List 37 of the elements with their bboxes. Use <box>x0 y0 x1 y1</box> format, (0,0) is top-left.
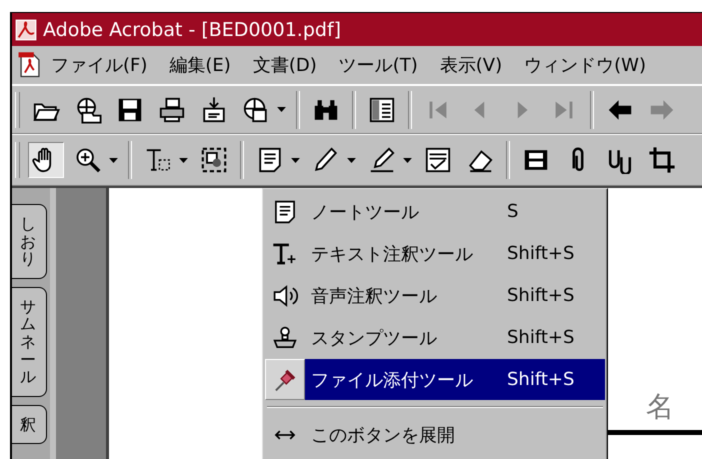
side-tab[interactable]: 釈 <box>12 404 47 444</box>
graphics-select-icon <box>200 146 228 174</box>
caret-icon[interactable] <box>347 158 356 162</box>
menu-item[interactable]: 文書(D) <box>252 53 317 77</box>
menu-item[interactable]: このボタンを展開 <box>305 414 605 455</box>
zoom-in-icon <box>74 146 102 174</box>
toolbar-button[interactable] <box>28 142 64 178</box>
stamp-icon <box>272 324 298 350</box>
menu-item[interactable]: ファイル添付ツール Shift+S <box>305 359 605 400</box>
menu-item[interactable]: ツール(T) <box>338 53 418 77</box>
text-annotation-icon <box>272 240 298 266</box>
window-title: Adobe Acrobat - [BED0001.pdf] <box>43 18 342 40</box>
caret-icon[interactable] <box>291 158 300 162</box>
menu-item[interactable]: ノートツール S <box>305 191 605 232</box>
document-text: 名 <box>646 389 674 425</box>
caret-icon[interactable] <box>277 107 286 112</box>
menu-item[interactable]: スタンプツール Shift+S <box>305 317 605 358</box>
note-icon <box>272 198 298 224</box>
menu-item[interactable]: ウィンドウ(W) <box>524 53 646 77</box>
menu-item[interactable]: テキスト注釈ツール Shift+S <box>305 233 605 274</box>
menu-item[interactable]: ファイル(F) <box>51 53 148 77</box>
panel-icon <box>368 96 396 124</box>
caret-icon[interactable] <box>109 158 118 162</box>
side-tab[interactable]: しおり <box>12 204 47 279</box>
speaker-icon <box>272 282 298 308</box>
pdf-icon <box>15 18 37 40</box>
crop-icon <box>648 146 676 174</box>
side-tab[interactable]: サムネール <box>12 286 47 397</box>
menu-item[interactable]: 表示(V) <box>440 53 502 77</box>
highlighter-icon <box>368 146 396 174</box>
menu-item[interactable]: 音声注釈ツール Shift+S <box>305 275 605 316</box>
spell-check-icon <box>424 146 452 174</box>
caret-icon[interactable] <box>403 158 412 162</box>
menu-item[interactable]: 編集(E) <box>169 53 231 77</box>
pencil-icon <box>312 146 340 174</box>
caret-icon[interactable] <box>179 158 188 162</box>
printer-icon <box>158 96 186 124</box>
